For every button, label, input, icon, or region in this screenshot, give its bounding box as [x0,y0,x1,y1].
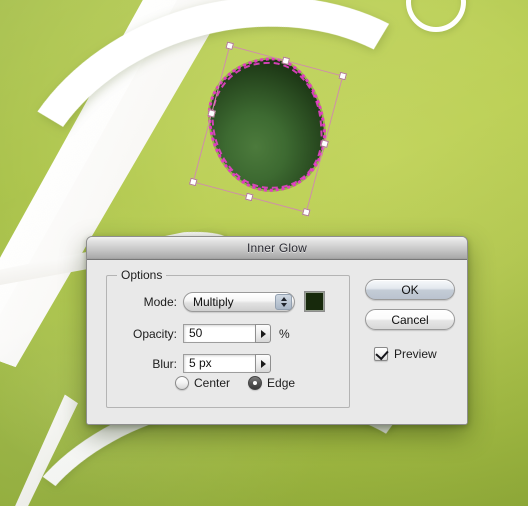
dialog-title: Inner Glow [246,241,308,255]
opacity-row: Opacity: 50 % [107,324,349,343]
preview-checkbox-row[interactable]: Preview [365,346,455,361]
radio-option-center[interactable]: Center [175,376,230,390]
radio-option-edge[interactable]: Edge [248,376,295,390]
triangle-right-icon [260,329,266,338]
transform-handle-bottom-center[interactable] [244,192,254,202]
radio-edge-icon[interactable] [248,376,263,390]
radio-center-icon[interactable] [175,376,189,390]
chevron-up-down-icon[interactable] [275,293,292,310]
blend-mode-value: Multiply [193,294,234,309]
blur-row: Blur: 5 px [107,354,349,373]
inner-glow-dialog: Inner Glow Options Mode: Multiply Opacit… [86,236,468,425]
transform-bounding-box[interactable] [188,41,348,217]
transform-handle-bottom-left[interactable] [188,177,198,187]
cancel-button[interactable]: Cancel [365,309,455,330]
dialog-body: Options Mode: Multiply Opacity: 50 % Blu… [87,260,467,424]
preview-checkbox[interactable] [374,346,389,361]
chevron-up-icon [280,296,287,301]
triangle-right-icon [260,359,266,368]
radio-edge-label: Edge [267,376,296,390]
opacity-field-group[interactable]: 50 [183,324,271,343]
chevron-down-icon [280,302,287,307]
blur-popup-button[interactable] [255,354,271,373]
glow-color-swatch[interactable] [304,291,325,312]
transform-handle-middle-right[interactable] [320,139,329,148]
opacity-label: Opacity: [132,326,177,341]
checkmark-icon [375,346,389,361]
application-canvas: Inner Glow Options Mode: Multiply Opacit… [0,0,528,506]
transform-handle-top-center[interactable] [281,56,291,66]
options-group-label: Options [117,268,167,282]
glow-origin-radio-group: Center Edge [175,376,295,390]
radio-center-label: Center [194,376,231,390]
blur-input[interactable]: 5 px [183,354,255,373]
mode-label: Mode: [143,294,177,309]
mode-row: Mode: Multiply [107,291,349,312]
blur-field-group[interactable]: 5 px [183,354,271,373]
preview-label: Preview [394,347,437,361]
opacity-input[interactable]: 50 [183,324,255,343]
blur-label: Blur: [152,356,177,371]
transform-handle-middle-left[interactable] [207,109,216,118]
transform-handle-top-left[interactable] [225,41,235,51]
opacity-popup-button[interactable] [255,324,271,343]
opacity-unit-label: % [279,326,290,341]
selected-artwork-object[interactable] [188,41,348,217]
dialog-actions: OK Cancel Preview [365,279,455,361]
options-group-box: Options Mode: Multiply Opacity: 50 % Blu… [106,268,350,408]
dialog-title-bar[interactable]: Inner Glow [87,237,467,260]
ok-button[interactable]: OK [365,279,455,300]
blend-mode-dropdown[interactable]: Multiply [183,291,295,312]
